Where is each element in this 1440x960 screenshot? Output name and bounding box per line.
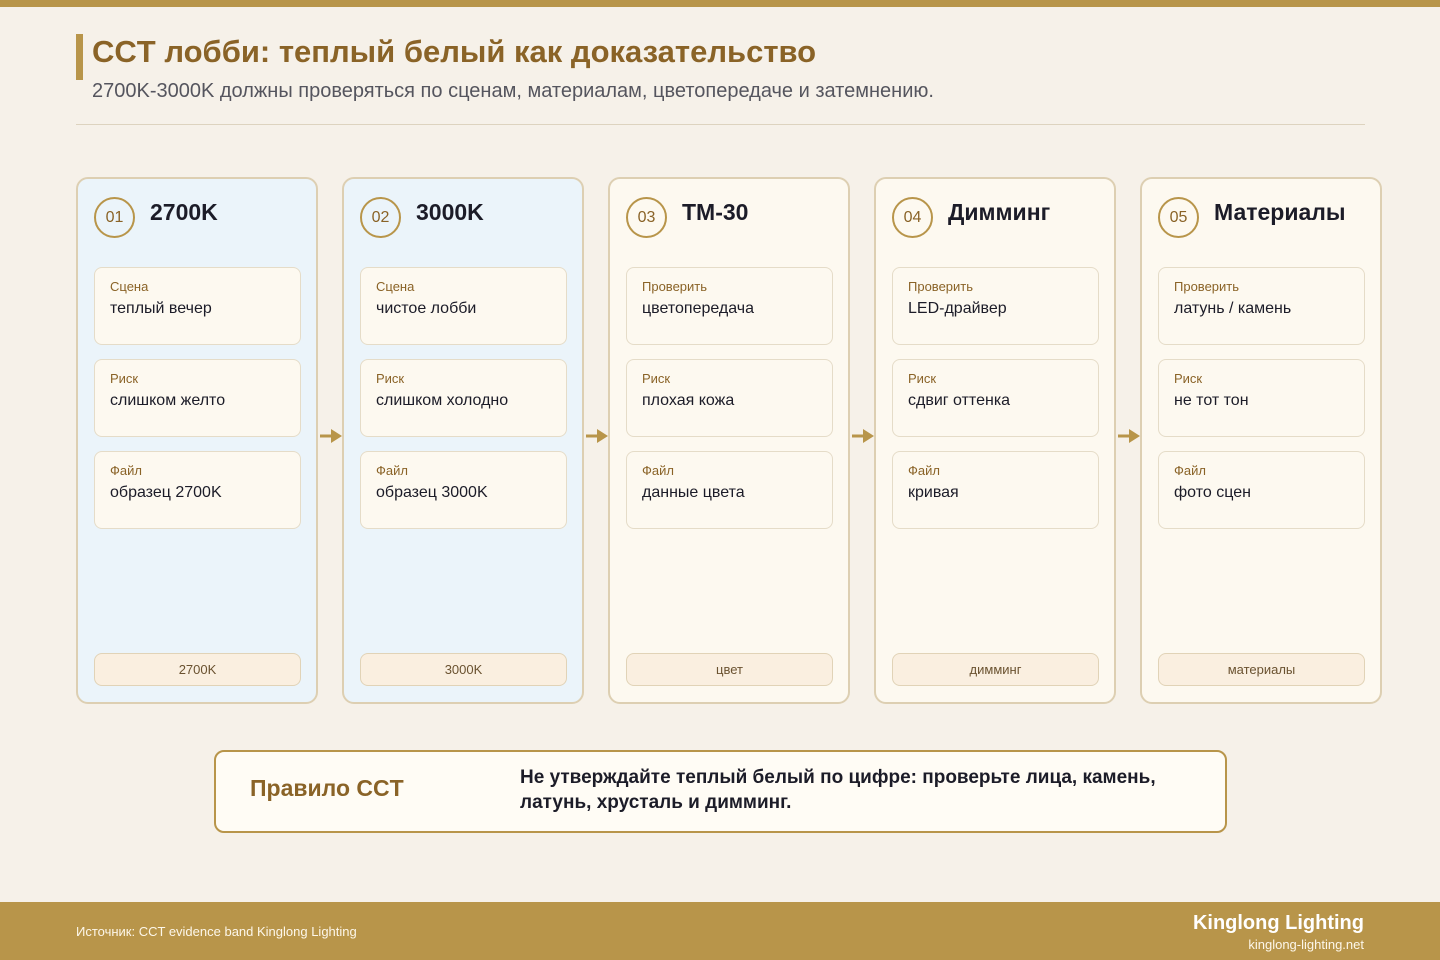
field-box: Файл образец 3000K — [360, 451, 567, 529]
field-box: Файл образец 2700K — [94, 451, 301, 529]
field-label: Файл — [376, 463, 408, 478]
field-value: плохая кожа — [642, 392, 735, 409]
field-box: Риск плохая кожа — [626, 359, 833, 437]
field-label: Файл — [110, 463, 142, 478]
field-label: Файл — [642, 463, 674, 478]
field-value: кривая — [908, 484, 959, 501]
source-note: Источник: CCT evidence band Kinglong Lig… — [76, 924, 357, 939]
field-value: LED-драйвер — [908, 300, 1007, 317]
step-title: TM-30 — [682, 199, 749, 225]
field-value: образец 2700K — [110, 484, 222, 501]
field-value: образец 3000K — [376, 484, 488, 501]
step-number: 05 — [1158, 197, 1199, 238]
arrow-right-icon — [586, 429, 608, 443]
brand-name: Kinglong Lighting — [1192, 912, 1364, 934]
field-value: сдвиг оттенка — [908, 392, 1011, 409]
step-card-3000k: 02 3000K Сцена чистое лобби Риск слишком… — [342, 177, 584, 704]
field-box: Файл кривая — [892, 451, 1099, 529]
field-box: Сцена теплый вечер — [94, 267, 301, 345]
field-label: Проверить — [642, 279, 708, 294]
step-title: 2700K — [150, 199, 218, 225]
field-box: Проверить LED-драйвер — [892, 267, 1099, 345]
page-subtitle: 2700K-3000K должны проверяться по сценам… — [92, 80, 934, 102]
arrow-right-icon — [852, 429, 874, 443]
field-value: данные цвета — [642, 484, 745, 501]
step-number: 01 — [94, 197, 135, 238]
field-label: Проверить — [908, 279, 974, 294]
field-label: Риск — [642, 371, 671, 386]
field-label: Риск — [1174, 371, 1203, 386]
step-title: Материалы — [1214, 199, 1346, 225]
field-value: слишком желто — [110, 392, 226, 409]
field-value: не тот тон — [1174, 392, 1249, 409]
field-value: теплый вечер — [110, 300, 212, 317]
footer-bar: Источник: CCT evidence band Kinglong Lig… — [0, 902, 1440, 960]
field-value: фото сцен — [1174, 484, 1251, 501]
step-tag: материалы — [1158, 653, 1365, 686]
step-tag: димминг — [892, 653, 1099, 686]
field-label: Риск — [908, 371, 937, 386]
field-box: Проверить цветопередача — [626, 267, 833, 345]
step-title: 3000K — [416, 199, 484, 225]
top-accent-bar — [0, 0, 1440, 7]
field-box: Файл данные цвета — [626, 451, 833, 529]
title-accent-bar — [76, 34, 83, 80]
step-card-materials: 05 Материалы Проверить латунь / камень Р… — [1140, 177, 1382, 704]
field-value: чистое лобби — [376, 300, 477, 317]
brand-website: kinglong-lighting.net — [1248, 937, 1364, 952]
field-box: Проверить латунь / камень — [1158, 267, 1365, 345]
field-box: Файл фото сцен — [1158, 451, 1365, 529]
step-tag: 2700K — [94, 653, 301, 686]
step-number: 03 — [626, 197, 667, 238]
field-box: Риск сдвиг оттенка — [892, 359, 1099, 437]
field-label: Файл — [1174, 463, 1206, 478]
field-value: слишком холодно — [376, 392, 509, 409]
page-title: CCT лобби: теплый белый как доказательст… — [92, 34, 817, 69]
field-value: цветопередача — [642, 300, 755, 317]
step-card-2700k: 01 2700K Сцена теплый вечер Риск слишком… — [76, 177, 318, 704]
step-number: 04 — [892, 197, 933, 238]
header-divider — [76, 124, 1365, 125]
field-label: Проверить — [1174, 279, 1240, 294]
arrow-right-icon — [1118, 429, 1140, 443]
step-title: Димминг — [948, 199, 1051, 225]
step-tag: цвет — [626, 653, 833, 686]
field-box: Риск не тот тон — [1158, 359, 1365, 437]
field-label: Риск — [376, 371, 405, 386]
rule-callout: Правило CCT Не утверждайте теплый белый … — [214, 750, 1227, 833]
field-box: Риск слишком холодно — [360, 359, 567, 437]
rule-label: Правило CCT — [250, 775, 404, 801]
field-value: латунь / камень — [1174, 300, 1292, 317]
step-tag: 3000K — [360, 653, 567, 686]
field-label: Файл — [908, 463, 940, 478]
rule-text: Не утверждайте теплый белый по цифре: пр… — [520, 767, 1156, 813]
step-card-tm30: 03 TM-30 Проверить цветопередача Риск пл… — [608, 177, 850, 704]
step-card-dimming: 04 Димминг Проверить LED-драйвер Риск сд… — [874, 177, 1116, 704]
field-box: Риск слишком желто — [94, 359, 301, 437]
arrow-right-icon — [320, 429, 342, 443]
step-number: 02 — [360, 197, 401, 238]
field-label: Сцена — [110, 279, 149, 294]
field-label: Сцена — [376, 279, 415, 294]
field-box: Сцена чистое лобби — [360, 267, 567, 345]
field-label: Риск — [110, 371, 139, 386]
